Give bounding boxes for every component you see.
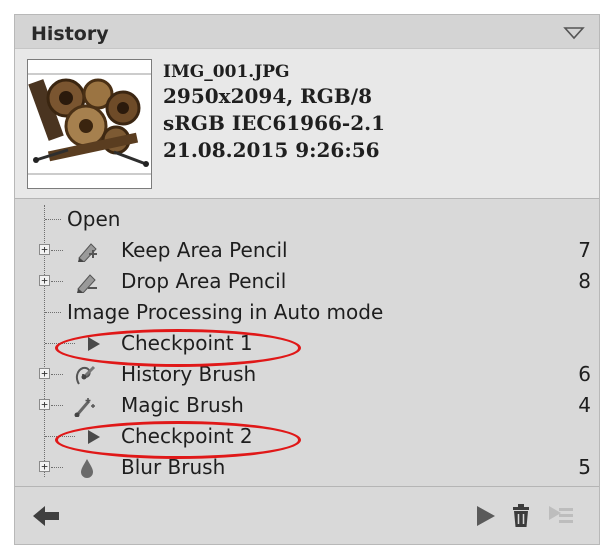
history-item-drop-area-pencil[interactable]: + Drop Area Pencil 8	[15, 267, 599, 298]
color-profile: sRGB IEC61966-2.1	[163, 111, 386, 135]
history-item-magic-brush[interactable]: + Magic Brush 4	[15, 391, 599, 422]
panel-footer	[15, 486, 599, 544]
expand-toggle[interactable]: +	[39, 368, 50, 379]
history-list: Open + Keep Area Pencil 7 + Drop Area Pe…	[15, 199, 599, 487]
history-item-label: History Brush	[121, 362, 257, 386]
history-item-count: 4	[578, 393, 591, 417]
drop-pencil-icon	[77, 274, 97, 293]
back-arrow-icon[interactable]	[31, 504, 61, 528]
history-item-label: Open	[67, 207, 121, 231]
flag-icon	[88, 337, 100, 351]
history-item-label: Magic Brush	[121, 393, 244, 417]
history-item-auto-processing[interactable]: Image Processing in Auto mode	[15, 298, 599, 329]
image-metadata: IMG_001.JPG 2950x2094, RGB/8 sRGB IEC619…	[163, 61, 385, 164]
triangle-down-icon[interactable]	[563, 25, 585, 41]
image-info: IMG_001.JPG 2950x2094, RGB/8 sRGB IEC619…	[15, 49, 599, 199]
image-thumbnail	[27, 59, 152, 189]
history-item-history-brush[interactable]: + History Brush 6	[15, 360, 599, 391]
image-dimensions: 2950x2094, RGB/8	[163, 84, 373, 108]
history-item-label: Checkpoint 1	[121, 331, 253, 355]
history-item-checkpoint-2[interactable]: Checkpoint 2	[15, 422, 599, 453]
checkpoint-disabled-icon[interactable]	[547, 504, 575, 528]
file-name: IMG_001.JPG	[163, 62, 290, 82]
keep-pencil-icon	[78, 243, 97, 262]
history-item-count: 6	[578, 362, 591, 386]
flag-icon	[88, 430, 100, 444]
trash-icon[interactable]	[509, 504, 533, 528]
tree-branch	[51, 374, 63, 375]
tree-branch	[51, 281, 63, 282]
tree-branch	[51, 250, 63, 251]
history-item-label: Keep Area Pencil	[121, 238, 288, 262]
expand-toggle[interactable]: +	[39, 399, 50, 410]
tree-branch	[51, 467, 63, 468]
history-item-checkpoint-1[interactable]: Checkpoint 1	[15, 329, 599, 360]
tree-branch	[45, 343, 75, 344]
expand-toggle[interactable]: +	[39, 275, 50, 286]
panel-header: History	[15, 15, 599, 49]
expand-toggle[interactable]: +	[39, 461, 50, 472]
history-item-blur-brush[interactable]: + Blur Brush 5	[15, 453, 599, 484]
history-panel: History IMG_001.JPG 2950x2094, RGB/8 sRG…	[14, 14, 600, 545]
history-item-label: Drop Area Pencil	[121, 269, 287, 293]
file-datetime: 21.08.2015 9:26:56	[163, 138, 380, 162]
history-item-count: 7	[578, 238, 591, 262]
tree-branch	[45, 436, 75, 437]
history-item-open[interactable]: Open	[15, 205, 599, 236]
history-item-label: Image Processing in Auto mode	[67, 300, 384, 324]
expand-toggle[interactable]: +	[39, 244, 50, 255]
magic-brush-icon	[74, 398, 95, 417]
history-item-label: Checkpoint 2	[121, 424, 253, 448]
history-item-count: 8	[578, 269, 591, 293]
history-brush-icon	[75, 365, 96, 385]
history-item-label: Blur Brush	[121, 455, 226, 479]
flag-icon[interactable]	[473, 504, 497, 528]
tree-branch	[45, 312, 61, 313]
history-item-keep-area-pencil[interactable]: + Keep Area Pencil 7	[15, 236, 599, 267]
panel-title: History	[31, 23, 109, 45]
drop-icon	[81, 459, 93, 478]
tree-branch	[51, 405, 63, 406]
history-item-count: 5	[578, 455, 591, 479]
tree-branch	[45, 219, 61, 220]
